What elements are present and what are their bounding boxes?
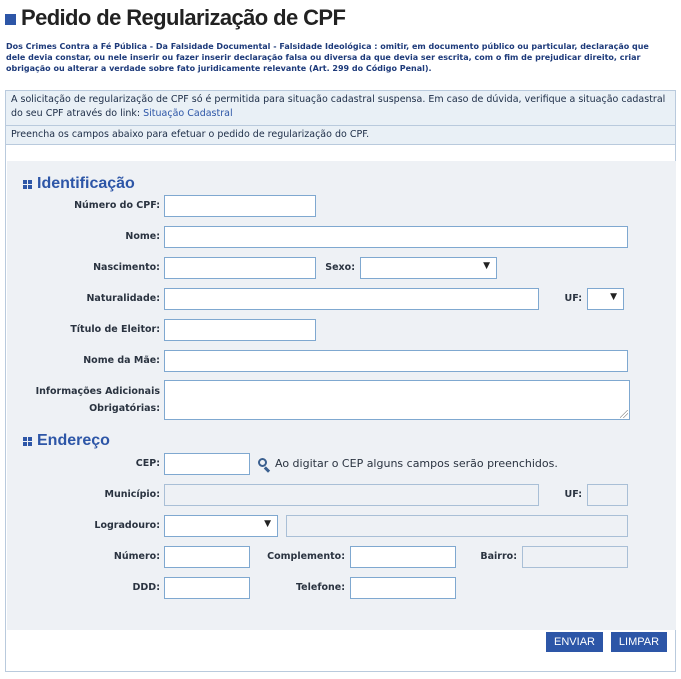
limpar-button[interactable]: LIMPAR <box>611 632 667 652</box>
hint-box: Preencha os campos abaixo para efetuar o… <box>5 125 676 145</box>
section-endereco: Endereço <box>23 432 110 450</box>
nome-input[interactable] <box>164 226 628 248</box>
page-title: Pedido de Regularização de CPF <box>21 5 346 30</box>
titulo-eleitor-label: Título de Eleitor: <box>70 324 160 335</box>
info-adicionais-label: Informações Adicionais <box>35 386 160 397</box>
hint-text: Preencha os campos abaixo para efetuar o… <box>11 129 370 140</box>
naturalidade-label: Naturalidade: <box>86 293 160 304</box>
resize-grip-icon[interactable] <box>620 410 628 418</box>
telefone-label: Telefone: <box>295 582 345 593</box>
naturalidade-uf-label: UF: <box>564 293 582 304</box>
enviar-button[interactable]: ENVIAR <box>546 632 603 652</box>
complemento-input[interactable] <box>350 546 456 568</box>
nome-mae-input[interactable] <box>164 350 628 372</box>
section-identificacao: Identificação <box>23 175 135 193</box>
endereco-uf-input[interactable] <box>587 484 628 506</box>
telefone-input[interactable] <box>350 577 456 599</box>
bairro-label: Bairro: <box>480 551 517 562</box>
titulo-eleitor-input[interactable] <box>164 319 316 341</box>
numero-input[interactable] <box>164 546 250 568</box>
complemento-label: Complemento: <box>267 551 345 562</box>
section-title: Identificação <box>37 175 135 192</box>
situacao-cadastral-link[interactable]: Situação Cadastral <box>143 108 232 119</box>
section-title: Endereço <box>37 432 110 449</box>
ddd-label: DDD: <box>132 582 160 593</box>
info-adicionais-textarea[interactable] <box>164 380 630 420</box>
grid-icon <box>23 436 32 446</box>
cep-input[interactable] <box>164 453 250 475</box>
sexo-select[interactable]: ▼ <box>360 257 497 279</box>
cpf-label: Número do CPF: <box>74 200 160 211</box>
cep-hint: Ao digitar o CEP alguns campos serão pre… <box>275 457 558 470</box>
naturalidade-input[interactable] <box>164 288 539 310</box>
page-header: Pedido de Regularização de CPF <box>5 4 346 32</box>
sexo-label: Sexo: <box>325 262 355 273</box>
nascimento-input[interactable] <box>164 257 316 279</box>
ddd-input[interactable] <box>164 577 250 599</box>
nome-label: Nome: <box>125 231 160 242</box>
chevron-down-icon: ▼ <box>610 292 617 302</box>
info-box: A solicitação de regularização de CPF só… <box>5 90 676 126</box>
municipio-label: Município: <box>104 489 160 500</box>
endereco-uf-label: UF: <box>564 489 582 500</box>
chevron-down-icon: ▼ <box>483 261 490 271</box>
cpf-input[interactable] <box>164 195 316 217</box>
logradouro-input[interactable] <box>286 515 628 537</box>
legal-notice: Dos Crimes Contra a Fé Pública - Da Fals… <box>6 42 649 73</box>
nascimento-label: Nascimento: <box>93 262 160 273</box>
logradouro-type-select[interactable]: ▼ <box>164 515 278 537</box>
municipio-input[interactable] <box>164 484 539 506</box>
naturalidade-uf-select[interactable]: ▼ <box>587 288 624 310</box>
numero-label: Número: <box>113 551 160 562</box>
grid-icon <box>23 179 32 189</box>
logradouro-label: Logradouro: <box>94 520 160 531</box>
nome-mae-label: Nome da Mãe: <box>83 355 160 366</box>
info-text: A solicitação de regularização de CPF só… <box>11 94 666 119</box>
square-bullet-icon <box>5 14 16 25</box>
info-adicionais-label-2: Obrigatórias: <box>89 403 160 414</box>
cep-label: CEP: <box>135 458 160 469</box>
bairro-input[interactable] <box>522 546 628 568</box>
chevron-down-icon: ▼ <box>264 519 271 529</box>
search-icon[interactable] <box>257 457 271 473</box>
